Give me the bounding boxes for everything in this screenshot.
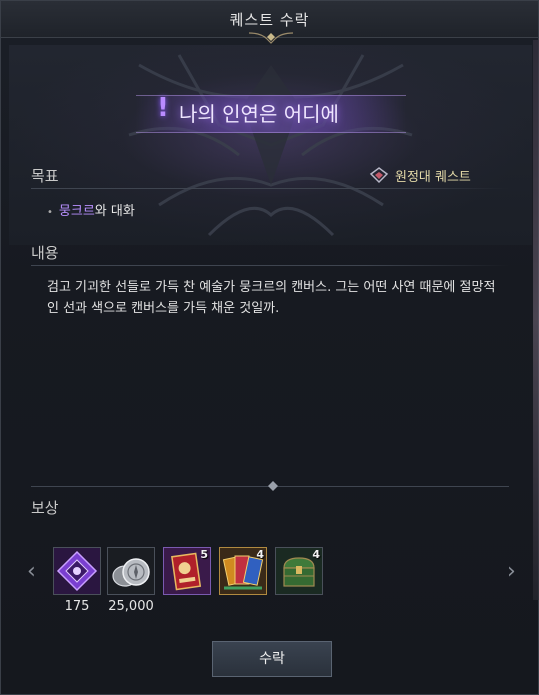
silver-coins-icon [108,548,154,594]
reward-prev-arrow[interactable]: ‹ [27,559,43,584]
reward-slot[interactable]: 4 [275,547,323,595]
reward-slot[interactable] [107,547,155,595]
reward-slot[interactable] [53,547,101,595]
objective-item: • 뭉크르와 대화 [47,200,135,219]
reward-count: 4 [312,548,320,561]
accept-button[interactable]: 수락 [212,641,332,677]
purple-crystal-icon [54,548,100,594]
reward-slot[interactable]: 5 [163,547,211,595]
content-divider [31,265,509,266]
expedition-quest-label: 원정대 퀘스트 [395,169,471,185]
reward-slot[interactable]: 4 [219,547,267,595]
reward-count: 5 [200,548,208,561]
objective-action: 와 대화 [94,204,135,219]
content-label: 내용 [31,244,59,262]
reward-quantity: 175 [64,599,90,614]
quest-name: 나의 인연은 어디에 [179,102,339,126]
objective-label: 목표 [31,167,59,185]
title-ornament-icon [248,32,294,44]
quest-accept-window: 퀘스트 수락 ! 나의 인연은 어디에 목표 원정대 퀘스트 • 뭉크르와 대화… [0,0,539,695]
reward-next-arrow[interactable]: › [507,559,523,584]
reward-quantity: 25,000 [108,599,154,614]
reward-label: 보상 [31,499,59,517]
quest-description: 검고 기괴한 선들로 가득 찬 예술가 뭉크르의 캔버스. 그는 어떤 사연 때… [47,280,496,316]
objective-npc-name: 뭉크르 [58,204,95,219]
quest-exclamation-icon: ! [157,93,169,123]
objective-divider [31,188,509,189]
objective-bullet: • [47,207,53,218]
background-strip [533,40,539,600]
reward-count: 4 [256,548,264,561]
expedition-emblem-icon [369,167,389,184]
expedition-quest-tag: 원정대 퀘스트 [369,165,471,185]
divider-diamond-icon [268,481,278,491]
window-title: 퀘스트 수락 [229,11,310,29]
